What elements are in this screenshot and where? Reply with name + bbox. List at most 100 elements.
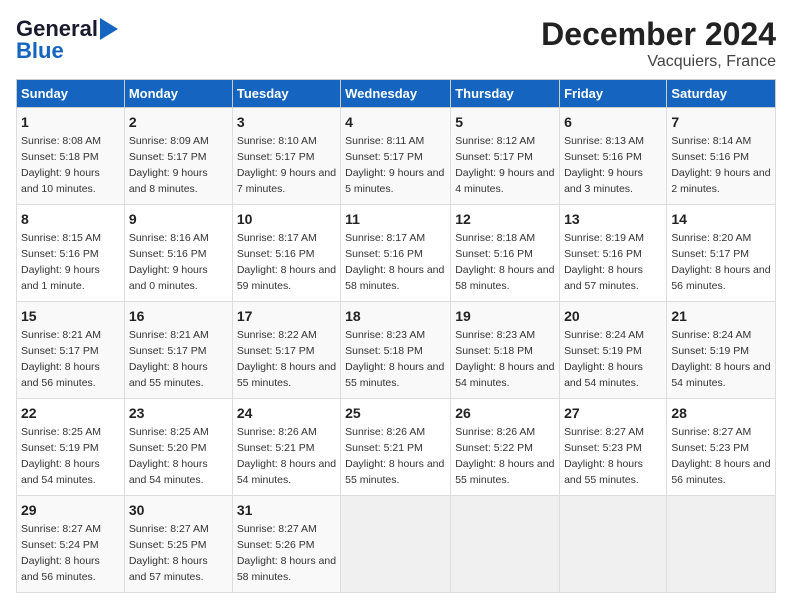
day-detail: Sunrise: 8:25 AMSunset: 5:19 PMDaylight:… <box>21 426 101 486</box>
calendar-cell: 23 Sunrise: 8:25 AMSunset: 5:20 PMDaylig… <box>124 399 232 496</box>
day-number: 5 <box>455 112 555 132</box>
day-detail: Sunrise: 8:27 AMSunset: 5:23 PMDaylight:… <box>564 426 644 486</box>
calendar-cell: 2 Sunrise: 8:09 AMSunset: 5:17 PMDayligh… <box>124 108 232 205</box>
logo-blue: Blue <box>16 38 64 64</box>
day-number: 31 <box>237 500 336 520</box>
day-detail: Sunrise: 8:24 AMSunset: 5:19 PMDaylight:… <box>671 329 770 389</box>
day-number: 7 <box>671 112 771 132</box>
day-detail: Sunrise: 8:25 AMSunset: 5:20 PMDaylight:… <box>129 426 209 486</box>
dow-header: Monday <box>124 80 232 108</box>
calendar-cell: 18 Sunrise: 8:23 AMSunset: 5:18 PMDaylig… <box>341 302 451 399</box>
day-detail: Sunrise: 8:20 AMSunset: 5:17 PMDaylight:… <box>671 232 770 292</box>
day-detail: Sunrise: 8:17 AMSunset: 5:16 PMDaylight:… <box>345 232 444 292</box>
logo: General Blue <box>16 16 118 64</box>
calendar-cell: 28 Sunrise: 8:27 AMSunset: 5:23 PMDaylig… <box>667 399 776 496</box>
day-detail: Sunrise: 8:27 AMSunset: 5:26 PMDaylight:… <box>237 523 336 583</box>
day-detail: Sunrise: 8:16 AMSunset: 5:16 PMDaylight:… <box>129 232 209 292</box>
calendar-week: 1 Sunrise: 8:08 AMSunset: 5:18 PMDayligh… <box>17 108 776 205</box>
day-detail: Sunrise: 8:11 AMSunset: 5:17 PMDaylight:… <box>345 135 444 195</box>
day-detail: Sunrise: 8:23 AMSunset: 5:18 PMDaylight:… <box>455 329 554 389</box>
day-detail: Sunrise: 8:13 AMSunset: 5:16 PMDaylight:… <box>564 135 644 195</box>
day-detail: Sunrise: 8:18 AMSunset: 5:16 PMDaylight:… <box>455 232 554 292</box>
day-number: 26 <box>455 403 555 423</box>
day-detail: Sunrise: 8:26 AMSunset: 5:22 PMDaylight:… <box>455 426 554 486</box>
calendar-subtitle: Vacquiers, France <box>541 53 776 71</box>
calendar-cell: 11 Sunrise: 8:17 AMSunset: 5:16 PMDaylig… <box>341 205 451 302</box>
day-number: 12 <box>455 209 555 229</box>
calendar-week: 8 Sunrise: 8:15 AMSunset: 5:16 PMDayligh… <box>17 205 776 302</box>
day-number: 18 <box>345 306 446 326</box>
calendar-cell: 13 Sunrise: 8:19 AMSunset: 5:16 PMDaylig… <box>560 205 667 302</box>
day-detail: Sunrise: 8:24 AMSunset: 5:19 PMDaylight:… <box>564 329 644 389</box>
dow-header: Tuesday <box>232 80 340 108</box>
dow-header: Saturday <box>667 80 776 108</box>
calendar-cell: 10 Sunrise: 8:17 AMSunset: 5:16 PMDaylig… <box>232 205 340 302</box>
day-number: 21 <box>671 306 771 326</box>
calendar-cell: 9 Sunrise: 8:16 AMSunset: 5:16 PMDayligh… <box>124 205 232 302</box>
logo-arrow-icon <box>100 18 118 40</box>
calendar-week: 22 Sunrise: 8:25 AMSunset: 5:19 PMDaylig… <box>17 399 776 496</box>
day-number: 6 <box>564 112 662 132</box>
calendar-cell: 6 Sunrise: 8:13 AMSunset: 5:16 PMDayligh… <box>560 108 667 205</box>
calendar-cell: 25 Sunrise: 8:26 AMSunset: 5:21 PMDaylig… <box>341 399 451 496</box>
day-detail: Sunrise: 8:17 AMSunset: 5:16 PMDaylight:… <box>237 232 336 292</box>
calendar-cell: 19 Sunrise: 8:23 AMSunset: 5:18 PMDaylig… <box>451 302 560 399</box>
day-number: 1 <box>21 112 120 132</box>
day-detail: Sunrise: 8:21 AMSunset: 5:17 PMDaylight:… <box>21 329 101 389</box>
day-detail: Sunrise: 8:22 AMSunset: 5:17 PMDaylight:… <box>237 329 336 389</box>
day-number: 28 <box>671 403 771 423</box>
day-detail: Sunrise: 8:08 AMSunset: 5:18 PMDaylight:… <box>21 135 101 195</box>
page-header: General Blue December 2024 Vacquiers, Fr… <box>16 16 776 71</box>
day-number: 16 <box>129 306 228 326</box>
calendar-cell <box>667 496 776 593</box>
title-block: December 2024 Vacquiers, France <box>541 16 776 71</box>
day-number: 14 <box>671 209 771 229</box>
calendar-cell: 24 Sunrise: 8:26 AMSunset: 5:21 PMDaylig… <box>232 399 340 496</box>
calendar-cell: 12 Sunrise: 8:18 AMSunset: 5:16 PMDaylig… <box>451 205 560 302</box>
day-number: 24 <box>237 403 336 423</box>
calendar-cell: 7 Sunrise: 8:14 AMSunset: 5:16 PMDayligh… <box>667 108 776 205</box>
day-detail: Sunrise: 8:19 AMSunset: 5:16 PMDaylight:… <box>564 232 644 292</box>
day-number: 3 <box>237 112 336 132</box>
day-number: 2 <box>129 112 228 132</box>
calendar-cell: 27 Sunrise: 8:27 AMSunset: 5:23 PMDaylig… <box>560 399 667 496</box>
day-detail: Sunrise: 8:14 AMSunset: 5:16 PMDaylight:… <box>671 135 770 195</box>
calendar-cell <box>341 496 451 593</box>
day-number: 9 <box>129 209 228 229</box>
calendar-cell: 22 Sunrise: 8:25 AMSunset: 5:19 PMDaylig… <box>17 399 125 496</box>
day-number: 10 <box>237 209 336 229</box>
day-number: 13 <box>564 209 662 229</box>
day-detail: Sunrise: 8:21 AMSunset: 5:17 PMDaylight:… <box>129 329 209 389</box>
dow-header: Sunday <box>17 80 125 108</box>
day-number: 4 <box>345 112 446 132</box>
calendar-cell: 5 Sunrise: 8:12 AMSunset: 5:17 PMDayligh… <box>451 108 560 205</box>
day-detail: Sunrise: 8:27 AMSunset: 5:23 PMDaylight:… <box>671 426 770 486</box>
dow-header: Wednesday <box>341 80 451 108</box>
day-number: 11 <box>345 209 446 229</box>
calendar-title: December 2024 <box>541 16 776 53</box>
calendar-cell: 30 Sunrise: 8:27 AMSunset: 5:25 PMDaylig… <box>124 496 232 593</box>
day-detail: Sunrise: 8:27 AMSunset: 5:25 PMDaylight:… <box>129 523 209 583</box>
day-number: 23 <box>129 403 228 423</box>
day-detail: Sunrise: 8:09 AMSunset: 5:17 PMDaylight:… <box>129 135 209 195</box>
day-number: 25 <box>345 403 446 423</box>
day-number: 19 <box>455 306 555 326</box>
day-number: 22 <box>21 403 120 423</box>
day-number: 27 <box>564 403 662 423</box>
calendar-cell: 4 Sunrise: 8:11 AMSunset: 5:17 PMDayligh… <box>341 108 451 205</box>
calendar-cell: 8 Sunrise: 8:15 AMSunset: 5:16 PMDayligh… <box>17 205 125 302</box>
calendar-cell: 31 Sunrise: 8:27 AMSunset: 5:26 PMDaylig… <box>232 496 340 593</box>
day-detail: Sunrise: 8:26 AMSunset: 5:21 PMDaylight:… <box>237 426 336 486</box>
day-number: 17 <box>237 306 336 326</box>
calendar-week: 15 Sunrise: 8:21 AMSunset: 5:17 PMDaylig… <box>17 302 776 399</box>
calendar-cell: 3 Sunrise: 8:10 AMSunset: 5:17 PMDayligh… <box>232 108 340 205</box>
day-detail: Sunrise: 8:12 AMSunset: 5:17 PMDaylight:… <box>455 135 554 195</box>
day-number: 20 <box>564 306 662 326</box>
day-detail: Sunrise: 8:26 AMSunset: 5:21 PMDaylight:… <box>345 426 444 486</box>
calendar-cell: 21 Sunrise: 8:24 AMSunset: 5:19 PMDaylig… <box>667 302 776 399</box>
day-detail: Sunrise: 8:10 AMSunset: 5:17 PMDaylight:… <box>237 135 336 195</box>
calendar-cell: 14 Sunrise: 8:20 AMSunset: 5:17 PMDaylig… <box>667 205 776 302</box>
calendar-cell: 17 Sunrise: 8:22 AMSunset: 5:17 PMDaylig… <box>232 302 340 399</box>
calendar-cell: 1 Sunrise: 8:08 AMSunset: 5:18 PMDayligh… <box>17 108 125 205</box>
day-number: 29 <box>21 500 120 520</box>
